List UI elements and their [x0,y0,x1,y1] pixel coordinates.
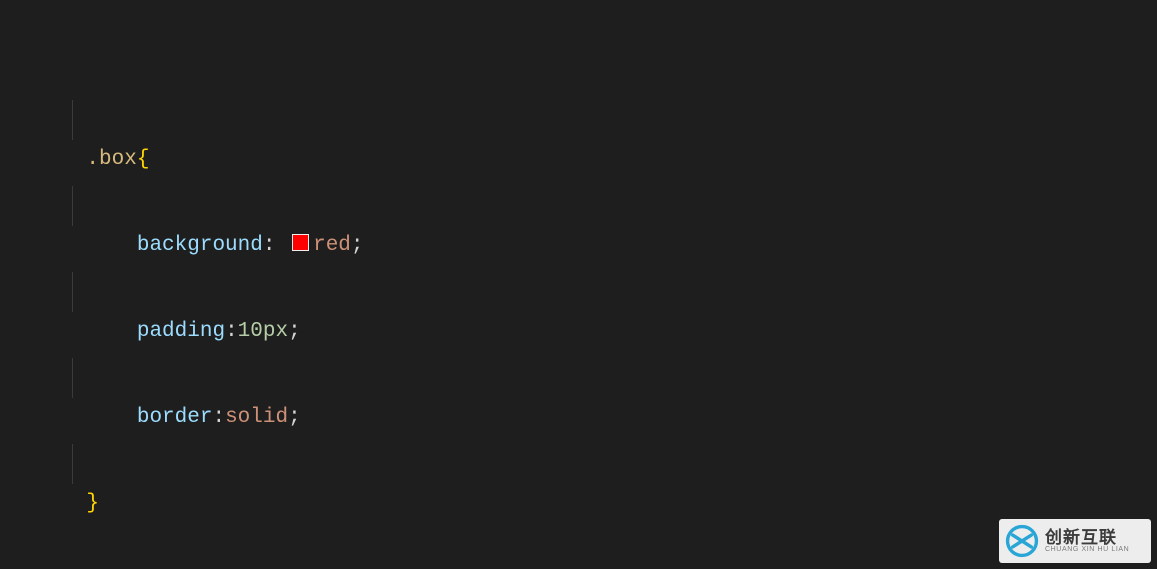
css-number: 10 [238,320,263,343]
brace-open: { [137,148,150,171]
css-property: background [137,234,263,257]
watermark-title: 创新互联 [1045,529,1129,546]
code-line: border:solid; [36,358,1157,398]
brace-close: } [86,492,99,515]
code-editor[interactable]: .box{ background: red; padding:10px; bor… [0,0,1157,569]
color-swatch-icon [292,234,309,251]
logo-icon [1005,524,1039,558]
css-value: red [313,234,351,257]
css-value: solid [225,406,288,429]
css-property: padding [137,320,225,343]
code-line: .box{ [36,100,1157,140]
code-line: background: red; [36,186,1157,226]
css-selector: .box [86,148,136,171]
css-property: border [137,406,213,429]
code-line: } [36,444,1157,484]
watermark-badge: 创新互联 CHUANG XIN HU LIAN [999,519,1151,563]
code-line: padding:10px; [36,272,1157,312]
watermark-subtitle: CHUANG XIN HU LIAN [1045,546,1129,553]
